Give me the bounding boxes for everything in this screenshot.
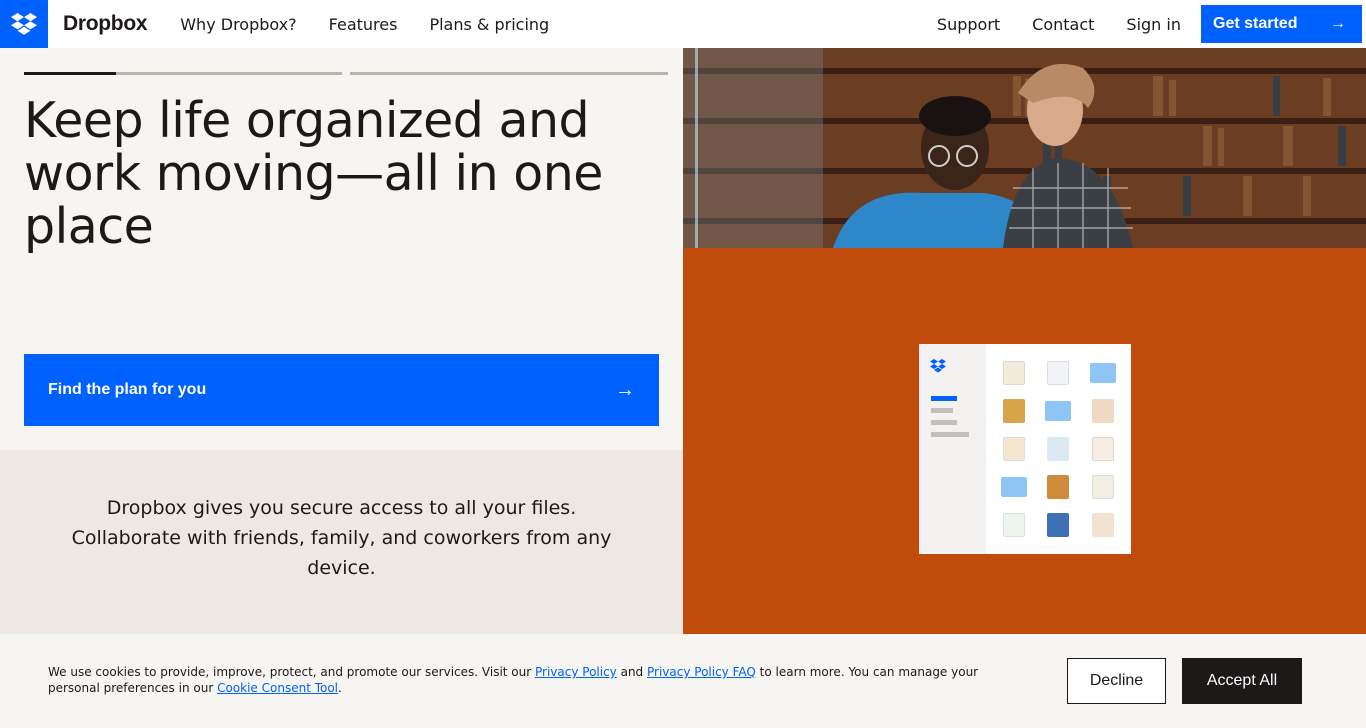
pdf-file-icon (1091, 437, 1114, 461)
carousel-progress (24, 72, 668, 75)
nav-sign-in[interactable]: Sign in (1126, 15, 1181, 34)
cookie-banner: We use cookies to provide, improve, prot… (0, 634, 1366, 728)
top-navigation: Dropbox Why Dropbox? Features Plans & pr… (0, 0, 1366, 48)
file-thumbnail (1003, 399, 1026, 423)
nav-features[interactable]: Features (329, 15, 398, 34)
privacy-faq-link[interactable]: Privacy Policy FAQ (647, 665, 756, 679)
file-thumbnail (1003, 437, 1026, 461)
nav-support[interactable]: Support (937, 15, 1000, 34)
arrow-right-icon: → (1330, 15, 1346, 32)
file-thumbnail (1047, 475, 1070, 499)
file-thumbnail (1091, 475, 1114, 499)
file-thumbnail (1003, 361, 1026, 385)
brand-wordmark[interactable]: Dropbox (63, 12, 148, 36)
cookie-consent-tool-link[interactable]: Cookie Consent Tool (217, 681, 338, 695)
app-preview-sidebar (919, 344, 986, 554)
nav-plans-pricing[interactable]: Plans & pricing (429, 15, 549, 34)
file-thumbnail (1047, 437, 1070, 461)
nav-why-dropbox[interactable]: Why Dropbox? (180, 15, 296, 34)
hero-subpanel: Dropbox gives you secure access to all y… (0, 450, 683, 634)
cookie-text-part: We use cookies to provide, improve, prot… (48, 665, 535, 679)
get-started-button[interactable]: Get started → (1201, 5, 1362, 43)
nav-contact[interactable]: Contact (1032, 15, 1094, 34)
secondary-nav: Support Contact Sign in Get started → (937, 0, 1366, 48)
cookie-text-part: . (338, 681, 342, 695)
hero-headline: Keep life organized and work moving—all … (24, 92, 603, 255)
hero-photo (683, 48, 1366, 248)
dropbox-logo-icon[interactable] (0, 0, 48, 48)
file-thumbnail (1091, 513, 1114, 537)
accept-all-cookies-button[interactable]: Accept All (1182, 658, 1302, 704)
file-thumbnail (1047, 361, 1070, 385)
privacy-policy-link[interactable]: Privacy Policy (535, 665, 617, 679)
cookie-message: We use cookies to provide, improve, prot… (48, 664, 988, 696)
primary-nav: Why Dropbox? Features Plans & pricing (180, 15, 549, 34)
folder-icon (1089, 363, 1116, 383)
spreadsheet-file-icon (1003, 513, 1026, 537)
arrow-right-icon: → (615, 378, 635, 401)
find-plan-button[interactable]: Find the plan for you → (24, 354, 659, 426)
file-thumbnail (1091, 399, 1114, 423)
carousel-step-fill (24, 72, 117, 75)
carousel-step-1[interactable] (24, 72, 342, 75)
file-thumbnail (1047, 513, 1070, 537)
hero-illustration-panel (683, 248, 1366, 634)
carousel-step-2[interactable] (350, 72, 668, 75)
dropbox-app-preview (919, 344, 1131, 554)
folder-icon (1001, 477, 1028, 497)
hero-description: Dropbox gives you secure access to all y… (71, 497, 612, 579)
find-plan-label: Find the plan for you (48, 381, 207, 398)
cookie-text-part: and (616, 665, 647, 679)
get-started-label: Get started (1213, 15, 1298, 32)
folder-icon (1045, 401, 1072, 421)
app-preview-file-grid (986, 344, 1131, 554)
decline-cookies-button[interactable]: Decline (1067, 658, 1166, 704)
